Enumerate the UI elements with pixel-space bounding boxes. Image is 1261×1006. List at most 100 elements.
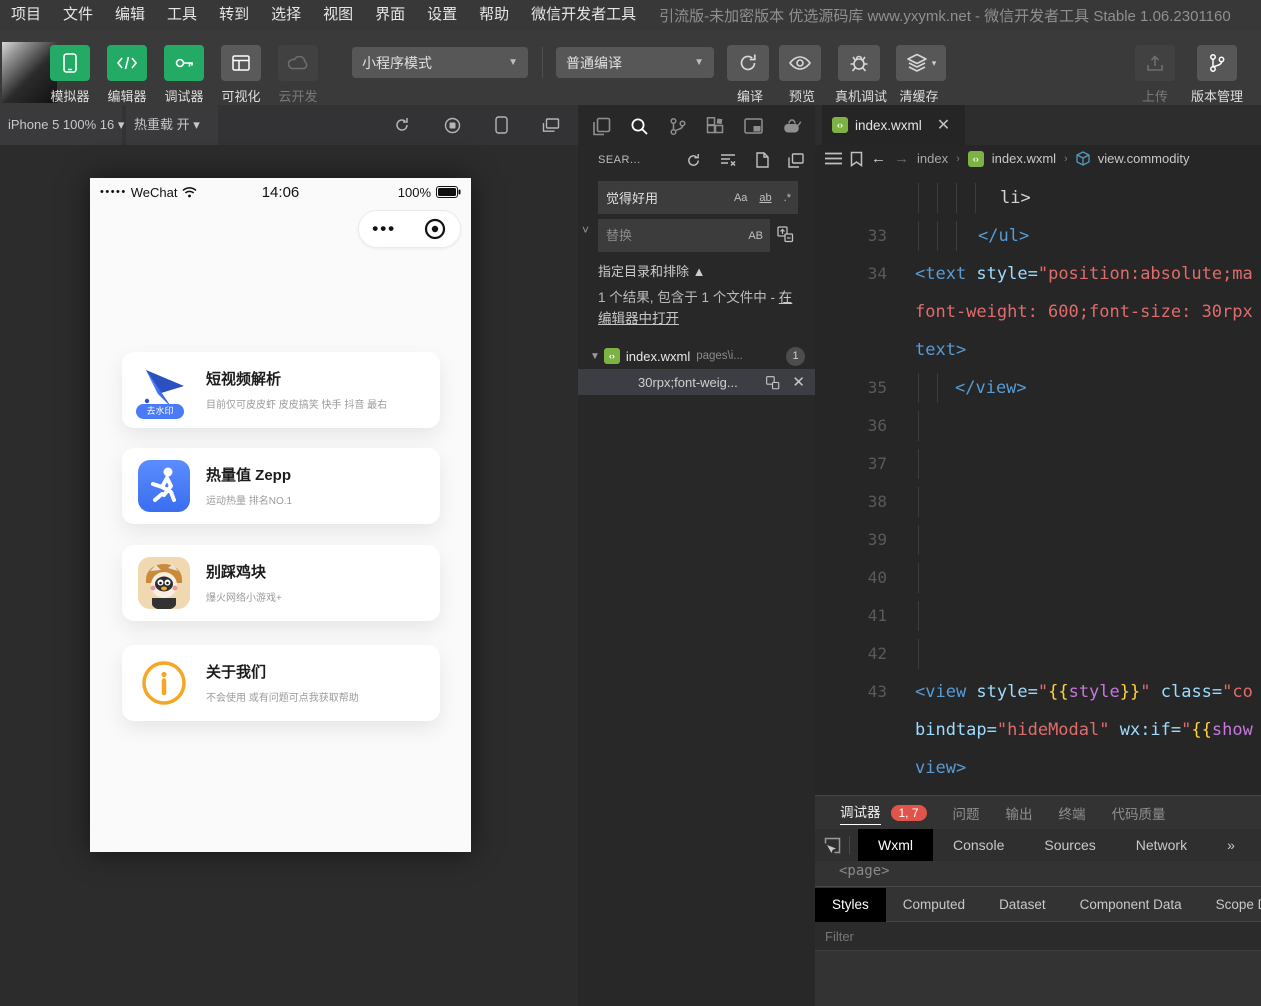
tab-index-wxml[interactable]: ‹› index.wxml ✕ <box>822 105 965 145</box>
debugger-tab-问题[interactable]: 问题 <box>953 803 980 823</box>
toolbar-label: 编辑器 <box>97 86 157 105</box>
真机调试-button[interactable] <box>838 45 880 81</box>
code-line: 39 <box>815 521 1261 559</box>
style-tab-computed[interactable]: Computed <box>886 888 982 922</box>
devtools-tab-Network[interactable]: Network <box>1116 829 1207 861</box>
menu-item-2[interactable]: 文件 <box>52 0 104 30</box>
capsule-exit-button[interactable] <box>423 217 447 241</box>
wxml-tree-content[interactable]: <page> <box>815 861 1261 887</box>
simulator-phone-button[interactable] <box>50 45 90 81</box>
menu-item-5[interactable]: 转到 <box>208 0 260 30</box>
debugger-tab-代码质量[interactable]: 代码质量 <box>1112 803 1166 823</box>
hot-reload-toggle[interactable]: 热重载 开 ▾ <box>134 105 200 145</box>
code-editor[interactable]: li>33</ul>34<text style="position:absolu… <box>815 172 1261 795</box>
清缓存-button[interactable]: ▾ <box>896 45 946 81</box>
menu-item-9[interactable]: 设置 <box>416 0 468 30</box>
bookmark-icon[interactable] <box>850 151 863 167</box>
menu-item-10[interactable]: 帮助 <box>468 0 520 30</box>
wxml-file-icon: ‹› <box>968 151 984 167</box>
collapse-all-icon[interactable] <box>788 153 804 168</box>
debugger-tab-输出[interactable]: 输出 <box>1006 803 1033 823</box>
menu-item-7[interactable]: 视图 <box>312 0 364 30</box>
extensions-icon[interactable] <box>706 117 724 135</box>
mode-select[interactable]: 小程序模式 ▼ <box>352 47 528 78</box>
版本管理-button[interactable] <box>1197 45 1237 81</box>
debugger-tab-终端[interactable]: 终端 <box>1059 803 1086 823</box>
menu-item-6[interactable]: 选择 <box>260 0 312 30</box>
wxml-partial-node: <page> <box>839 863 1261 879</box>
regex-icon[interactable]: .* <box>782 191 793 205</box>
close-tab-icon[interactable]: ✕ <box>937 115 950 135</box>
source-control-branch-icon[interactable] <box>669 117 687 136</box>
new-search-editor-icon[interactable] <box>755 152 769 168</box>
menu-item-11[interactable]: 微信开发者工具 <box>520 0 647 30</box>
indent-guide <box>918 563 919 593</box>
menu-item-3[interactable]: 编辑 <box>104 0 156 30</box>
debugger-tab-调试器[interactable]: 调试器 <box>840 801 881 825</box>
visualize-layout-button[interactable] <box>221 45 261 81</box>
cloud-dev-icon <box>287 56 309 70</box>
preserve-case-icon[interactable]: AB <box>746 229 765 243</box>
breadcrumb-symbol[interactable]: view.commodity <box>1098 151 1190 166</box>
result-file-row[interactable]: ▼ ‹› index.wxml pages\i... 1 <box>578 343 815 369</box>
capsule-more-button[interactable]: ••• <box>372 224 396 234</box>
preview-window-icon[interactable] <box>744 118 763 134</box>
window-title: 引流版-未加密版本 优选源码库 www.yxymk.net - 微信开发者工具 … <box>659 5 1231 26</box>
tree-expand-icon[interactable]: ▼ <box>590 351 600 362</box>
dismiss-match-icon[interactable]: ✕ <box>792 373 805 391</box>
debugger-key-button[interactable] <box>164 45 204 81</box>
indent-guide <box>918 639 919 669</box>
style-tab-component-data[interactable]: Component Data <box>1063 888 1199 922</box>
devtools-tab-»[interactable]: » <box>1207 829 1255 861</box>
editor-panel: ‹› index.wxml ✕ ← → index › ‹› index.wxm… <box>815 105 1261 1006</box>
inspect-element-icon[interactable] <box>815 837 849 854</box>
result-match-row[interactable]: 30rpx;font-weig... ✕ <box>578 369 815 395</box>
dirs-exclude-toggle[interactable]: 指定目录和排除 ▲ <box>598 261 705 280</box>
styles-filter-input[interactable] <box>815 922 1261 950</box>
editor-code-button[interactable] <box>107 45 147 81</box>
list-item-3[interactable]: 别踩鸡块爆火网络小游戏+ <box>122 545 440 621</box>
line-number: 37 <box>815 445 887 483</box>
search-input[interactable] <box>598 181 728 214</box>
replace-all-icon[interactable] <box>776 225 794 243</box>
toolbar-separator <box>542 47 543 78</box>
编译-button[interactable] <box>727 45 769 81</box>
menu-item-4[interactable]: 工具 <box>156 0 208 30</box>
list-item-1[interactable]: 去水印短视频解析目前仅可皮皮虾 皮皮搞笑 快手 抖音 最右 <box>122 352 440 428</box>
compile-select[interactable]: 普通编译 ▼ <box>556 47 714 78</box>
list-item-4[interactable]: 关于我们不会使用 或有问题可点我获取帮助 <box>122 645 440 721</box>
device-selector[interactable]: iPhone 5 100% 16 ▾ <box>8 105 124 145</box>
search-icon[interactable] <box>630 117 649 136</box>
match-case-icon[interactable]: Aa <box>732 191 749 205</box>
teapot-icon[interactable] <box>782 118 802 134</box>
replace-input[interactable] <box>598 219 718 252</box>
whole-word-icon[interactable]: ab <box>757 191 773 205</box>
phone-frame-icon[interactable] <box>495 116 508 134</box>
devtools-tab-Wxml[interactable]: Wxml <box>858 829 933 861</box>
record-icon[interactable] <box>444 117 461 134</box>
toggle-replace-chevron-icon[interactable]: ˅ <box>582 223 589 237</box>
replace-match-icon[interactable] <box>765 375 780 390</box>
detach-window-icon[interactable] <box>542 118 560 133</box>
nav-forward-icon[interactable]: → <box>894 150 909 167</box>
style-tab-scope-data[interactable]: Scope Data <box>1199 888 1261 922</box>
explorer-files-icon[interactable] <box>592 117 611 136</box>
clear-results-icon[interactable] <box>720 153 736 167</box>
breadcrumb-index[interactable]: index <box>917 151 948 166</box>
style-tab-styles[interactable]: Styles <box>815 888 886 922</box>
restart-icon[interactable] <box>394 117 410 133</box>
menu-item-1[interactable]: 项目 <box>0 0 52 30</box>
devtools-tab-Console[interactable]: Console <box>933 829 1024 861</box>
breadcrumb-file[interactable]: index.wxml <box>992 151 1056 166</box>
outline-menu-icon[interactable] <box>825 152 842 165</box>
wxml-file-icon: ‹› <box>832 117 848 133</box>
devtools-tab-Sources[interactable]: Sources <box>1024 829 1115 861</box>
预览-button[interactable] <box>779 45 821 81</box>
menu-item-8[interactable]: 界面 <box>364 0 416 30</box>
nav-back-icon[interactable]: ← <box>871 150 886 167</box>
devtools-tab-row: WxmlConsoleSourcesNetwork» <box>815 829 1261 861</box>
refresh-search-icon[interactable] <box>686 153 701 168</box>
line-number: 42 <box>815 635 887 673</box>
list-item-2[interactable]: 热量值 Zepp运动热量 排名NO.1 <box>122 448 440 524</box>
style-tab-dataset[interactable]: Dataset <box>982 888 1063 922</box>
